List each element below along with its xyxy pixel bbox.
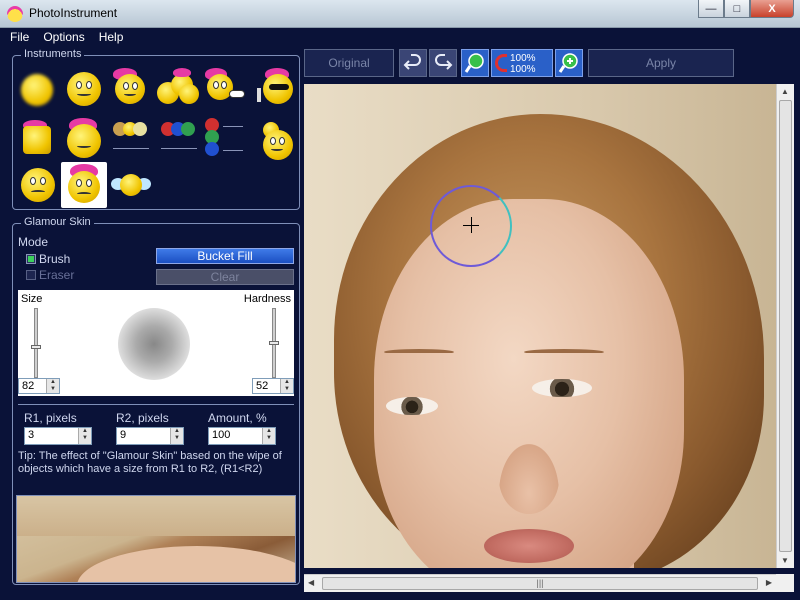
brush-preview (118, 308, 190, 380)
apply-button[interactable]: Apply (588, 49, 734, 77)
maximize-button[interactable]: □ (724, 0, 750, 18)
tool-glow-icon[interactable] (15, 66, 59, 110)
tool-glamour-skin-icon[interactable] (61, 162, 107, 208)
tool-pointing-smiley-icon[interactable] (203, 66, 247, 110)
scroll-right-icon[interactable]: ▶ (766, 578, 772, 587)
instruments-panel: Instruments (12, 48, 300, 210)
r2-label: R2, pixels (116, 411, 169, 425)
amount-spinner-arrows[interactable]: ▲ ▼ (262, 428, 275, 444)
redo-icon[interactable] (429, 49, 457, 77)
glamour-skin-title: Glamour Skin (21, 216, 94, 228)
hardness-spinner[interactable]: 52 ▲ ▼ (252, 378, 294, 394)
scroll-corner (776, 574, 794, 592)
vertical-scroll-thumb[interactable] (779, 100, 792, 552)
undo-icon[interactable] (399, 49, 427, 77)
tool-square-smiley-icon[interactable] (15, 116, 59, 160)
scroll-down-icon[interactable]: ▼ (781, 556, 789, 565)
tool-pink-smiley-icon[interactable] (63, 116, 107, 160)
brush-settings-box: Size Hardness 82 ▲ ▼ 52 ▲ ▼ (18, 290, 294, 396)
hardness-value: 52 (256, 380, 269, 392)
crosshair-v (471, 217, 472, 233)
zoom-fit-icon (495, 54, 507, 72)
horizontal-scrollbar[interactable]: ◀ ||| ▶ (304, 574, 776, 592)
r2-value: 9 (120, 429, 127, 441)
window-controls: — □ X (698, 0, 794, 18)
mode-label: Mode (18, 235, 49, 249)
r1-label: R1, pixels (24, 411, 77, 425)
size-slider[interactable] (31, 308, 41, 378)
brush-label: Brush (39, 252, 71, 266)
r1-input[interactable]: 3 ▲ ▼ (24, 427, 92, 445)
bucket-fill-button[interactable]: Bucket Fill (156, 248, 294, 264)
r1-value: 3 (28, 429, 35, 441)
horizontal-scroll-thumb[interactable]: ||| (322, 577, 758, 590)
minimize-button[interactable]: — (698, 0, 724, 18)
r2-input[interactable]: 9 ▲ ▼ (116, 427, 184, 445)
size-value: 82 (22, 380, 35, 392)
eraser-checkbox[interactable] (26, 270, 36, 280)
amount-label: Amount, % (208, 411, 267, 425)
tip-text: Tip: The effect of "Glamour Skin" based … (18, 450, 282, 475)
navigator-preview[interactable] (16, 495, 296, 583)
clear-button[interactable]: Clear (156, 269, 294, 285)
hardness-spinner-arrows[interactable]: ▲ ▼ (280, 379, 293, 393)
zoom-out-icon[interactable] (461, 49, 489, 77)
amount-input[interactable]: 100 ▲ ▼ (208, 427, 276, 445)
tool-big-smiley-icon[interactable] (251, 116, 295, 160)
menu-options[interactable]: Options (43, 28, 84, 47)
tool-color-row-icon[interactable] (157, 116, 207, 160)
size-spinner-arrows[interactable]: ▲ ▼ (46, 379, 59, 393)
eraser-label: Eraser (39, 268, 75, 282)
app-icon (7, 6, 23, 22)
scroll-left-icon[interactable]: ◀ (308, 578, 314, 587)
tool-color-stack-icon[interactable] (203, 116, 253, 160)
vertical-scrollbar[interactable]: ▲ ▼ (776, 84, 794, 568)
r2-spinner-arrows[interactable]: ▲ ▼ (170, 428, 183, 444)
menu-bar: File Options Help (0, 28, 800, 47)
brush-checkbox[interactable] (26, 254, 36, 264)
hardness-label: Hardness (243, 293, 291, 305)
close-button[interactable]: X (750, 0, 794, 18)
hardness-slider-thumb[interactable] (269, 341, 279, 345)
scroll-up-icon[interactable]: ▲ (781, 87, 789, 96)
tool-sunglasses-smiley-icon[interactable] (251, 66, 295, 110)
r1-spinner-arrows[interactable]: ▲ ▼ (78, 428, 91, 444)
photo-canvas[interactable] (304, 84, 776, 568)
window-title: PhotoInstrument (29, 6, 118, 20)
tool-sad-smiley-icon[interactable] (15, 164, 59, 208)
tool-angel-smiley-icon[interactable] (109, 164, 153, 208)
zoom-in-icon[interactable] (555, 49, 583, 77)
tool-pink-hat-smiley-icon[interactable] (109, 66, 153, 110)
hardness-slider[interactable] (269, 308, 279, 378)
tool-blend-row-icon[interactable] (109, 116, 153, 160)
menu-file[interactable]: File (10, 28, 29, 47)
separator (18, 404, 294, 405)
size-spinner[interactable]: 82 ▲ ▼ (18, 378, 60, 394)
size-slider-thumb[interactable] (31, 345, 41, 349)
title-bar: PhotoInstrument — □ X (0, 0, 800, 28)
tool-smiley-icon[interactable] (63, 66, 107, 110)
original-button[interactable]: Original (304, 49, 394, 77)
size-label: Size (21, 293, 43, 305)
menu-help[interactable]: Help (99, 28, 124, 47)
zoom-top-value: 100% (510, 53, 536, 64)
instruments-title: Instruments (21, 48, 85, 60)
zoom-bottom-value: 100% (510, 64, 536, 75)
zoom-level-button[interactable]: 100% 100% (491, 49, 553, 77)
amount-value: 100 (212, 429, 231, 441)
tool-group-smiley-icon[interactable] (157, 66, 201, 110)
